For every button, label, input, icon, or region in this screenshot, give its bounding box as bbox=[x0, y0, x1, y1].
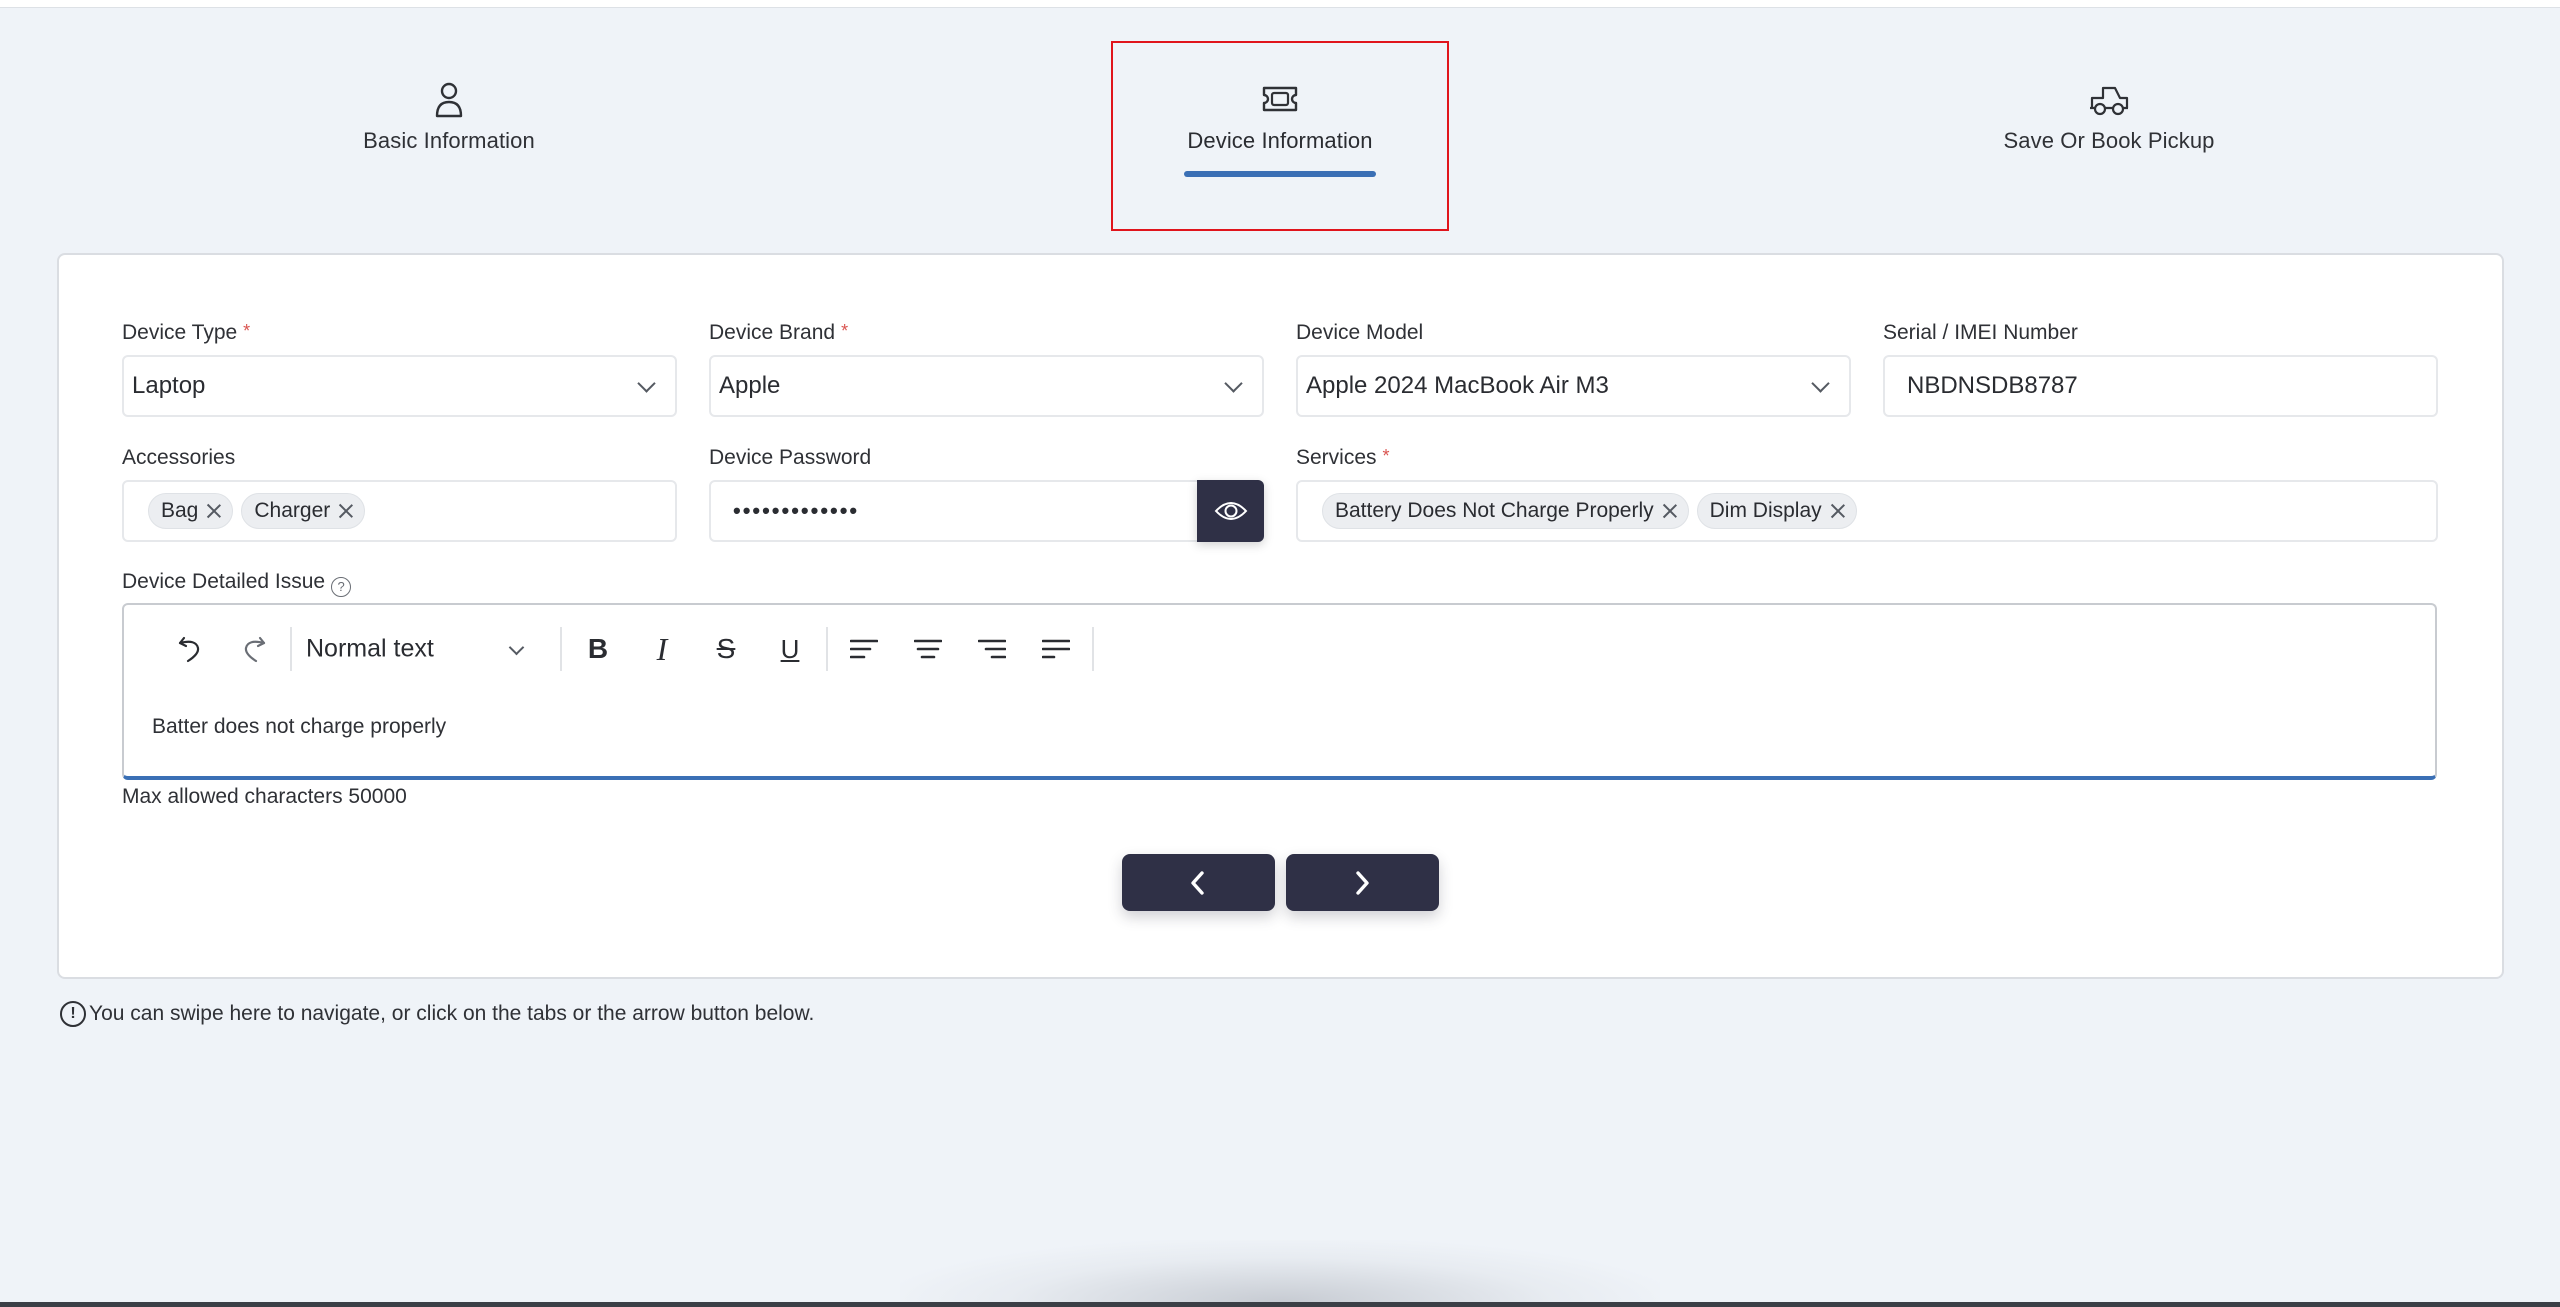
align-left-icon bbox=[850, 639, 878, 659]
remove-chip-icon[interactable] bbox=[1830, 503, 1846, 519]
align-right-button[interactable] bbox=[960, 625, 1024, 673]
device-type-label: Device Type * bbox=[122, 321, 251, 344]
bold-button[interactable]: B bbox=[566, 625, 630, 673]
user-icon bbox=[435, 82, 463, 118]
redo-button[interactable] bbox=[222, 625, 286, 673]
underline-button[interactable]: U bbox=[758, 625, 822, 673]
accessory-chip: Bag bbox=[148, 493, 234, 529]
tab-label: Save Or Book Pickup bbox=[2003, 128, 2215, 153]
chevron-down-icon bbox=[1811, 374, 1830, 393]
window-bottom-edge bbox=[0, 1302, 2560, 1307]
serial-label: Serial / IMEI Number bbox=[1883, 321, 2078, 344]
tab-label: Basic Information bbox=[363, 128, 535, 153]
align-left-button[interactable] bbox=[832, 625, 896, 673]
align-right-icon bbox=[978, 639, 1006, 659]
device-type-value: Laptop bbox=[132, 372, 206, 399]
hint-text: You can swipe here to navigate, or click… bbox=[89, 1002, 815, 1025]
tab-basic-information[interactable]: Basic Information bbox=[249, 70, 649, 200]
italic-icon: I bbox=[656, 630, 668, 667]
chevron-down-icon bbox=[637, 374, 656, 393]
accessories-label: Accessories bbox=[122, 446, 236, 469]
toolbar-divider bbox=[826, 627, 828, 671]
align-justify-icon bbox=[1042, 639, 1070, 659]
toolbar-divider bbox=[560, 627, 562, 671]
italic-button[interactable]: I bbox=[630, 625, 694, 673]
tab-save-or-book-pickup[interactable]: Save Or Book Pickup bbox=[1909, 70, 2309, 200]
services-multiselect[interactable]: Battery Does Not Charge Properly Dim Dis… bbox=[1296, 480, 2438, 542]
info-icon: ! bbox=[60, 1001, 86, 1027]
align-center-button[interactable] bbox=[896, 625, 960, 673]
device-brand-value: Apple bbox=[719, 372, 781, 399]
previous-button[interactable] bbox=[1122, 854, 1275, 911]
toolbar-divider bbox=[290, 627, 292, 671]
text-style-value: Normal text bbox=[306, 634, 434, 663]
eye-icon bbox=[1214, 502, 1248, 520]
detailed-issue-label: Device Detailed Issue? bbox=[122, 570, 352, 597]
chevron-down-icon bbox=[508, 639, 525, 656]
device-model-label: Device Model bbox=[1296, 321, 1424, 344]
chevron-left-icon bbox=[1191, 871, 1204, 895]
undo-icon bbox=[178, 636, 200, 663]
device-brand-label: Device Brand * bbox=[709, 321, 849, 344]
truck-icon bbox=[2090, 86, 2129, 116]
toolbar-divider bbox=[1092, 627, 1094, 671]
remove-chip-icon[interactable] bbox=[338, 503, 354, 519]
rich-text-editor[interactable]: Normal text B I S U Batter does not char… bbox=[122, 603, 2437, 780]
next-button[interactable] bbox=[1286, 854, 1439, 911]
device-brand-select[interactable]: Apple bbox=[709, 355, 1264, 417]
underline-icon: U bbox=[780, 633, 800, 664]
redo-icon bbox=[244, 636, 266, 663]
toggle-password-visibility-button[interactable] bbox=[1197, 480, 1264, 542]
device-model-value: Apple 2024 MacBook Air M3 bbox=[1306, 372, 1609, 399]
accessory-chip: Charger bbox=[241, 493, 366, 529]
service-chip: Dim Display bbox=[1696, 493, 1857, 529]
password-label: Device Password bbox=[709, 446, 872, 469]
active-tab-indicator bbox=[1184, 171, 1376, 177]
bottom-shadow bbox=[900, 1240, 1660, 1302]
window-top-edge bbox=[0, 0, 2560, 8]
strikethrough-icon: S bbox=[716, 633, 736, 664]
services-label: Services * bbox=[1296, 446, 1390, 469]
device-model-select[interactable]: Apple 2024 MacBook Air M3 bbox=[1296, 355, 1851, 417]
max-chars-note: Max allowed characters 50000 bbox=[122, 785, 407, 808]
service-chip: Battery Does Not Charge Properly bbox=[1322, 493, 1689, 529]
text-style-select[interactable]: Normal text bbox=[296, 625, 556, 673]
ticket-icon bbox=[1262, 86, 1298, 112]
password-input[interactable]: ••••••••••••• bbox=[709, 480, 1264, 542]
align-justify-button[interactable] bbox=[1024, 625, 1088, 673]
editor-content[interactable]: Batter does not charge properly bbox=[152, 715, 446, 739]
chevron-down-icon bbox=[1224, 374, 1243, 393]
device-type-select[interactable]: Laptop bbox=[122, 355, 677, 417]
strikethrough-button[interactable]: S bbox=[694, 625, 758, 673]
password-value: ••••••••••••• bbox=[733, 498, 860, 523]
editor-toolbar: Normal text B I S U bbox=[158, 625, 1098, 673]
navigation-hint: ! You can swipe here to navigate, or cli… bbox=[60, 1001, 814, 1027]
tab-label: Device Information bbox=[1187, 128, 1373, 153]
undo-button[interactable] bbox=[158, 625, 222, 673]
serial-input[interactable]: NBDNSDB8787 bbox=[1883, 355, 2438, 417]
chevron-right-icon bbox=[1356, 871, 1369, 895]
tab-device-information[interactable]: Device Information bbox=[1080, 70, 1480, 200]
serial-value: NBDNSDB8787 bbox=[1907, 372, 2078, 399]
help-icon[interactable]: ? bbox=[331, 576, 352, 597]
bold-icon: B bbox=[587, 633, 609, 664]
remove-chip-icon[interactable] bbox=[1662, 503, 1678, 519]
remove-chip-icon[interactable] bbox=[206, 503, 222, 519]
align-center-icon bbox=[914, 639, 942, 659]
accessories-multiselect[interactable]: Bag Charger bbox=[122, 480, 677, 542]
